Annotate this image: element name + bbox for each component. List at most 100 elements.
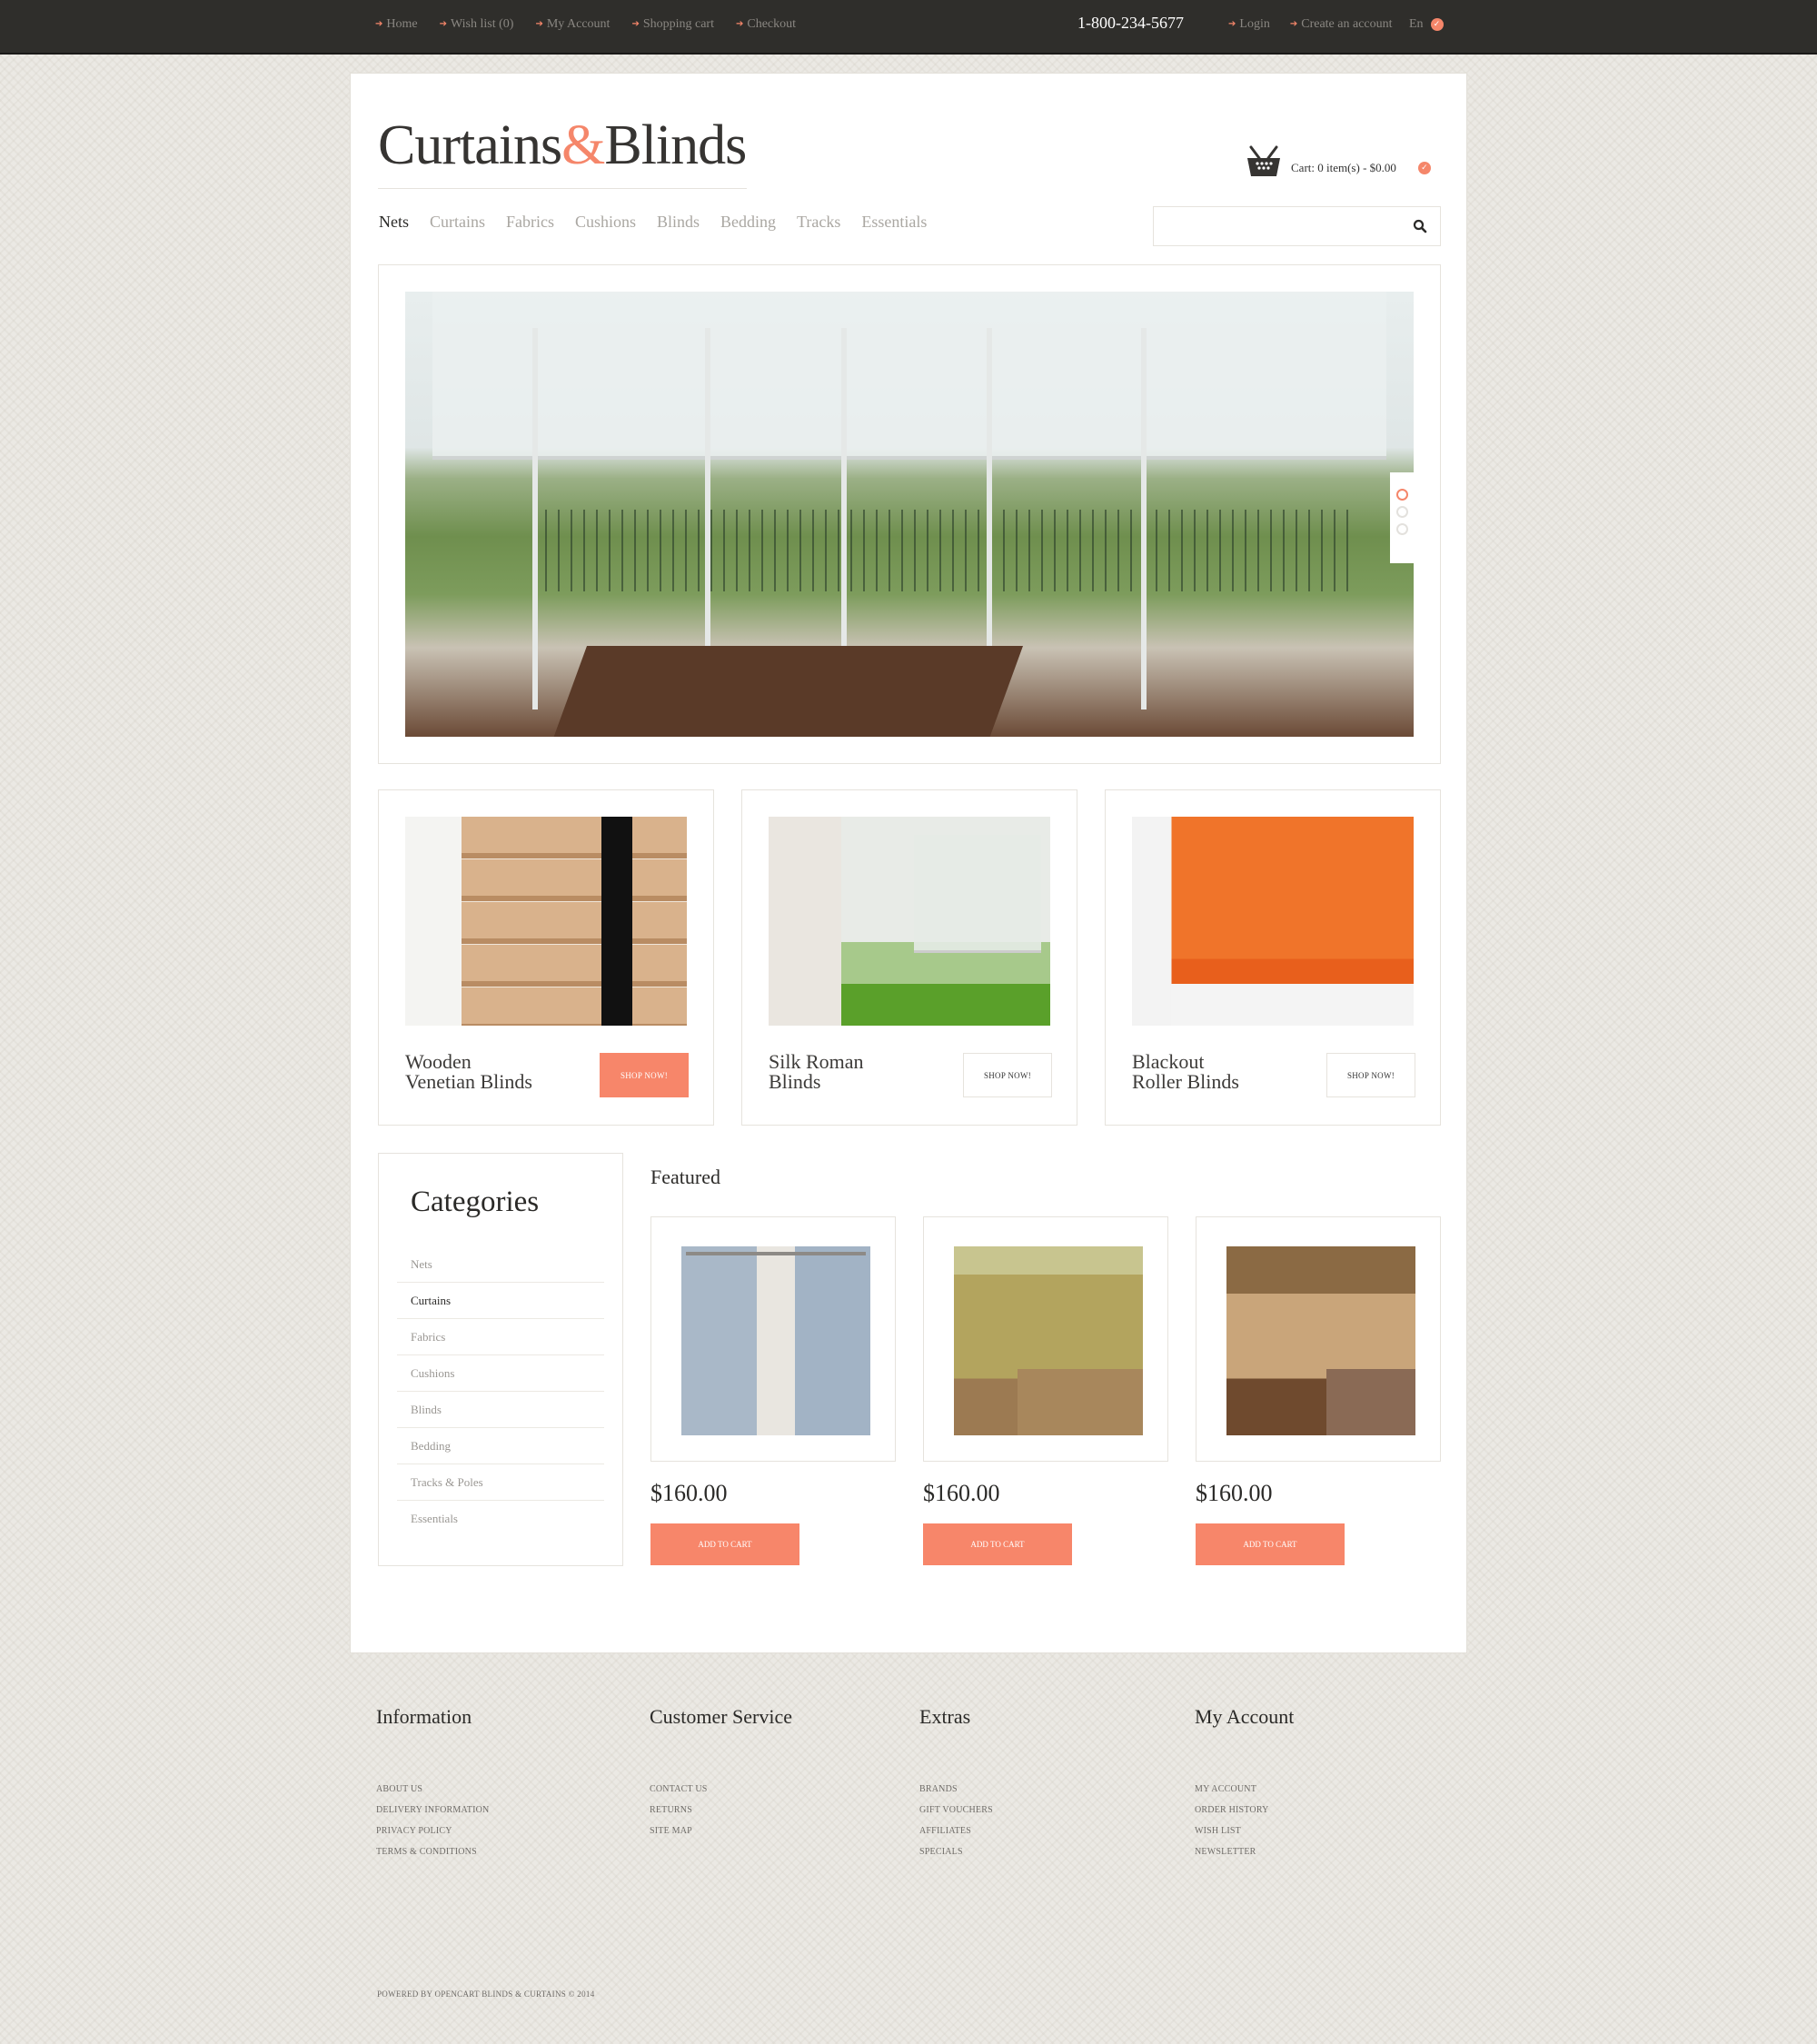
- shop-now-button[interactable]: SHOP NOW!: [963, 1053, 1052, 1097]
- categories-list: Nets Curtains Fabrics Cushions Blinds Be…: [397, 1246, 604, 1537]
- nav-item-blinds[interactable]: Blinds: [657, 213, 700, 232]
- promo-card-silk-roman: Silk Roman Blinds SHOP NOW!: [741, 789, 1077, 1126]
- nav-item-fabrics[interactable]: Fabrics: [506, 213, 554, 232]
- footer-link-about-us[interactable]: ABOUT US: [376, 1779, 489, 1800]
- product-price: $160.00: [650, 1480, 728, 1506]
- nav-item-nets[interactable]: Nets: [379, 213, 409, 232]
- footer-link-order-history[interactable]: ORDER HISTORY: [1195, 1800, 1294, 1821]
- slider-pagination: [1390, 472, 1414, 563]
- language-selector[interactable]: En ✓: [1409, 17, 1444, 32]
- shop-now-button[interactable]: SHOP NOW!: [1326, 1053, 1415, 1097]
- category-item-nets[interactable]: Nets: [397, 1246, 604, 1283]
- language-label: En: [1409, 17, 1424, 31]
- top-link-home[interactable]: ➔ Home: [375, 17, 418, 32]
- promo-title: Silk Roman Blinds: [769, 1050, 864, 1093]
- search-box: [1153, 206, 1441, 246]
- promo-title: Wooden Venetian Blinds: [405, 1050, 532, 1093]
- footer-heading: Customer Service: [650, 1705, 793, 1728]
- shop-now-button[interactable]: SHOP NOW!: [600, 1053, 689, 1097]
- product-price: $160.00: [923, 1480, 1000, 1506]
- nav-item-essentials[interactable]: Essentials: [861, 213, 927, 232]
- footer-column-extras: Extras BRANDS GIFT VOUCHERS AFFILIATES S…: [919, 1705, 993, 1862]
- product-image[interactable]: [1226, 1246, 1415, 1435]
- promo-image-silk-roman[interactable]: [769, 817, 1050, 1026]
- category-item-blinds[interactable]: Blinds: [397, 1392, 604, 1428]
- footer-link-site-map[interactable]: SITE MAP: [650, 1821, 792, 1841]
- footer-link-specials[interactable]: SPECIALS: [919, 1841, 993, 1862]
- phone-number: 1-800-234-5677: [1077, 14, 1184, 32]
- product-card: [650, 1216, 896, 1462]
- main-container: Curtains&Blinds Cart: 0 item(s) - $0.00 …: [350, 73, 1467, 1653]
- nav-item-tracks[interactable]: Tracks: [797, 213, 840, 232]
- footer-link-privacy-policy[interactable]: PRIVACY POLICY: [376, 1821, 489, 1841]
- footer-heading: My Account: [1195, 1705, 1295, 1728]
- slider-dot-2[interactable]: [1395, 506, 1408, 518]
- footer-link-newsletter[interactable]: NEWSLETTER: [1195, 1841, 1294, 1862]
- add-to-cart-button[interactable]: ADD TO CART: [1196, 1523, 1345, 1565]
- cart-summary: Cart: 0 item(s) - $0.00: [1291, 161, 1396, 174]
- arrow-right-icon: ➔: [375, 19, 383, 29]
- footer-link-gift-vouchers[interactable]: GIFT VOUCHERS: [919, 1800, 993, 1821]
- promo-card-blackout-roller: Blackout Roller Blinds SHOP NOW!: [1105, 789, 1441, 1126]
- footer-link-terms-conditions[interactable]: TERMS & CONDITIONS: [376, 1841, 489, 1862]
- hero-slide-image[interactable]: [405, 292, 1414, 737]
- nav-item-bedding[interactable]: Bedding: [720, 213, 776, 232]
- search-input[interactable]: [1154, 207, 1399, 245]
- top-link-wish-list[interactable]: ➔ Wish list (0): [440, 17, 514, 32]
- slider-dot-3[interactable]: [1395, 523, 1408, 535]
- top-link-create-account[interactable]: ➔ Create an account: [1290, 17, 1393, 32]
- nav-item-curtains[interactable]: Curtains: [430, 213, 485, 232]
- hero-slider: [378, 264, 1441, 764]
- product-card: [923, 1216, 1168, 1462]
- category-item-fabrics[interactable]: Fabrics: [397, 1319, 604, 1355]
- category-item-bedding[interactable]: Bedding: [397, 1428, 604, 1464]
- top-link-checkout[interactable]: ➔ Checkout: [736, 17, 796, 32]
- footer-heading: Extras: [919, 1705, 971, 1728]
- nav-item-cushions[interactable]: Cushions: [575, 213, 636, 232]
- footer-link-delivery-information[interactable]: DELIVERY INFORMATION: [376, 1800, 489, 1821]
- cart-dropdown-icon[interactable]: ✓: [1417, 162, 1431, 174]
- footer-link-contact-us[interactable]: CONTACT US: [650, 1779, 792, 1800]
- footer-column-my-account: My Account MY ACCOUNT ORDER HISTORY WISH…: [1195, 1705, 1294, 1862]
- logo-divider: [378, 188, 747, 189]
- footer-link-affiliates[interactable]: AFFILIATES: [919, 1821, 993, 1841]
- top-link-login[interactable]: ➔ Login: [1228, 17, 1270, 32]
- footer-heading: Information: [376, 1705, 472, 1728]
- footer-link-brands[interactable]: BRANDS: [919, 1779, 993, 1800]
- category-item-cushions[interactable]: Cushions: [397, 1355, 604, 1392]
- arrow-right-icon: ➔: [439, 19, 447, 29]
- footer-link-wish-list[interactable]: WISH LIST: [1195, 1821, 1294, 1841]
- arrow-right-icon: ➔: [1289, 19, 1298, 29]
- featured-title: Featured: [650, 1166, 720, 1188]
- add-to-cart-button[interactable]: ADD TO CART: [650, 1523, 799, 1565]
- promo-image-wooden-blinds[interactable]: [405, 817, 687, 1026]
- main-nav: Nets Curtains Fabrics Cushions Blinds Be…: [379, 213, 927, 232]
- product-image[interactable]: [954, 1246, 1143, 1435]
- promo-title: Blackout Roller Blinds: [1132, 1050, 1239, 1093]
- category-item-essentials[interactable]: Essentials: [397, 1501, 604, 1537]
- top-link-shopping-cart[interactable]: ➔ Shopping cart: [631, 17, 714, 32]
- top-link-my-account[interactable]: ➔ My Account: [535, 17, 610, 32]
- chevron-down-icon: ✓: [1430, 18, 1444, 31]
- product-image[interactable]: [681, 1246, 870, 1435]
- search-icon[interactable]: [1413, 219, 1427, 233]
- top-links-left: ➔ Home ➔ Wish list (0) ➔ My Account ➔ Shoppi…: [375, 17, 796, 32]
- promo-card-wooden-venetian: Wooden Venetian Blinds SHOP NOW!: [378, 789, 714, 1126]
- product-price: $160.00: [1196, 1480, 1273, 1506]
- cart-widget[interactable]: Cart: 0 item(s) - $0.00 ✓: [1246, 145, 1431, 178]
- category-item-curtains[interactable]: Curtains: [397, 1283, 604, 1319]
- add-to-cart-button[interactable]: ADD TO CART: [923, 1523, 1072, 1565]
- arrow-right-icon: ➔: [1228, 19, 1236, 29]
- top-bar: ➔ Home ➔ Wish list (0) ➔ My Account ➔ Shoppi…: [0, 0, 1817, 55]
- arrow-right-icon: ➔: [535, 19, 543, 29]
- footer-link-returns[interactable]: RETURNS: [650, 1800, 792, 1821]
- category-item-tracks-poles[interactable]: Tracks & Poles: [397, 1464, 604, 1501]
- logo[interactable]: Curtains&Blinds: [378, 117, 747, 174]
- promo-image-blackout-roller[interactable]: [1132, 817, 1414, 1026]
- slider-dot-1[interactable]: [1395, 489, 1408, 501]
- arrow-right-icon: ➔: [735, 19, 744, 29]
- footer-column-customer-service: Customer Service CONTACT US RETURNS SITE…: [650, 1705, 792, 1841]
- footer-link-my-account[interactable]: MY ACCOUNT: [1195, 1779, 1294, 1800]
- categories-panel: Categories Nets Curtains Fabrics Cushion…: [378, 1153, 623, 1566]
- top-links-right: ➔ Login ➔ Create an account: [1228, 17, 1393, 32]
